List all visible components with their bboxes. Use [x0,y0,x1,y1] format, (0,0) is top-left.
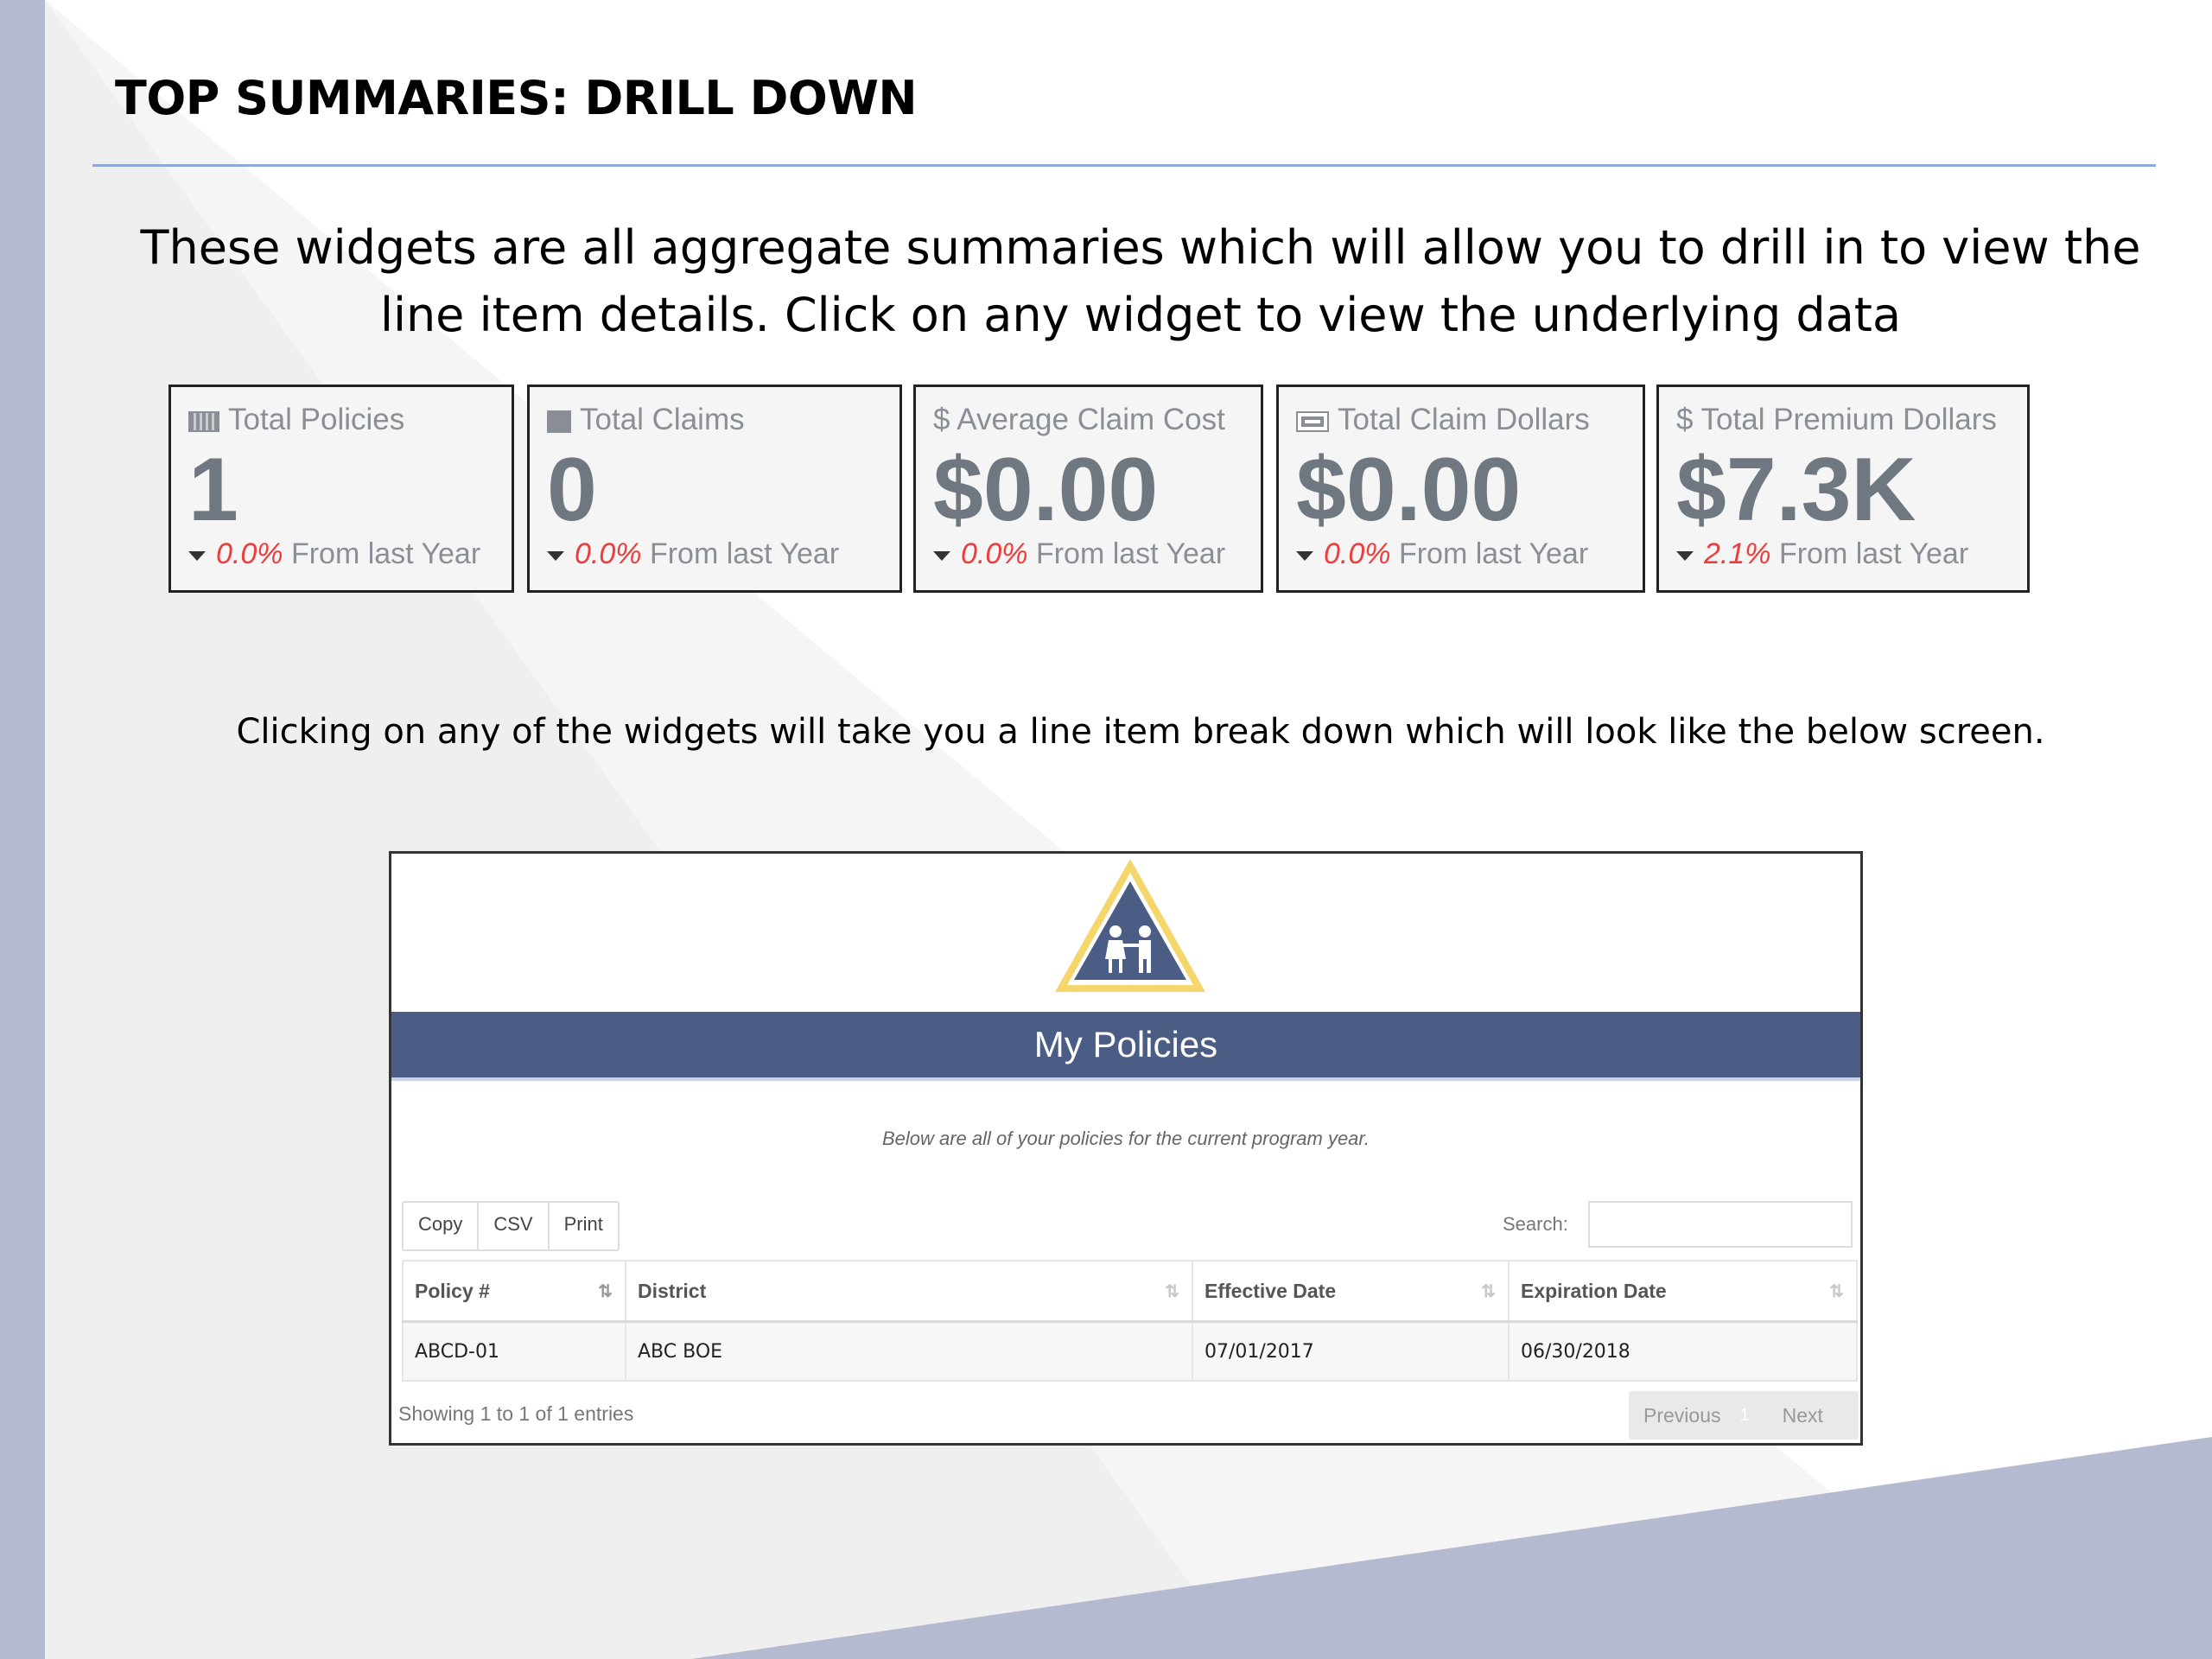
widget-label: $ Total Premium Dollars [1676,403,1997,436]
cell-expiration-date: 06/30/2018 [1508,1320,1858,1382]
widget-change-text: From last Year [1035,537,1226,570]
widget-value: 0 [547,440,597,540]
caption-text: Clicking on any of the widgets will take… [236,712,2045,752]
slide-title: TOP SUMMARIES: DRILL DOWN [115,71,918,125]
sort-asc-icon: ⇅ [598,1282,613,1301]
widget-total-premium-dollars[interactable]: $ Total Premium Dollars $7.3K 2.1% From … [1656,385,2030,593]
caret-down-icon [933,550,950,561]
policies-screenshot: My Policies Below are all of your polici… [389,851,1863,1446]
children-triangle-logo-icon [1055,859,1205,992]
caret-down-icon [1296,550,1313,561]
widget-change-text: From last Year [649,537,840,570]
widget-total-claim-dollars[interactable]: Total Claim Dollars $0.00 0.0% From last… [1276,385,1645,593]
search-input[interactable] [1588,1201,1853,1248]
caret-down-icon [188,550,206,561]
column-header-expiration-date[interactable]: Expiration Date ⇅ [1508,1260,1858,1323]
widget-average-claim-cost[interactable]: $ Average Claim Cost $0.00 0.0% From las… [913,385,1263,593]
column-header-policy[interactable]: Policy # ⇅ [402,1260,626,1323]
widget-total-policies[interactable]: Total Policies 1 0.0% From last Year [168,385,514,593]
column-header-district[interactable]: District ⇅ [625,1260,1193,1323]
sort-icon: ⇅ [1481,1282,1496,1301]
caret-down-icon [547,550,564,561]
widget-change-text: From last Year [1778,537,1969,570]
copy-button[interactable]: Copy [404,1203,480,1249]
caret-down-icon [1676,550,1694,561]
widget-label: Total Claims [580,403,745,436]
money-icon [1296,410,1329,432]
widget-label: Total Claim Dollars [1338,403,1590,436]
sort-icon: ⇅ [1829,1282,1844,1301]
next-button[interactable]: Next [1783,1404,1823,1427]
folder-icon [547,410,571,433]
widget-change: 0.0% [216,537,283,570]
widget-change-text: From last Year [290,537,481,570]
csv-button[interactable]: CSV [479,1203,550,1249]
widget-label: $ Average Claim Cost [933,403,1225,436]
cell-policy: ABCD-01 [402,1320,626,1382]
page-number-button[interactable]: 1 [1739,1406,1749,1426]
widget-total-claims[interactable]: Total Claims 0 0.0% From last Year [527,385,902,593]
search-label: Search: [1503,1213,1568,1235]
print-button[interactable]: Print [550,1203,618,1249]
table-row: ABCD-01 ABC BOE 07/01/2017 06/30/2018 [402,1320,1858,1382]
export-button-group: Copy CSV Print [402,1201,620,1251]
title-divider [92,164,2156,167]
pagination: Previous 1 Next [1629,1391,1859,1440]
widget-value: $0.00 [933,440,1159,540]
entries-info: Showing 1 to 1 of 1 entries [398,1402,634,1425]
cell-district: ABC BOE [625,1320,1193,1382]
sort-icon: ⇅ [1165,1282,1179,1301]
widget-change: 2.1% [1704,537,1771,570]
intro-text: These widgets are all aggregate summarie… [140,220,2141,342]
policies-banner: My Policies [391,1012,1860,1081]
widget-label: Total Policies [228,403,405,436]
widget-value: $0.00 [1296,440,1522,540]
policies-table: Policy # ⇅ District ⇅ Effective Date ⇅ Expi… [402,1260,1858,1382]
widget-value: $7.3K [1676,440,1916,540]
widget-change: 0.0% [961,537,1028,570]
widget-value: 1 [188,440,238,540]
widget-change: 0.0% [1324,537,1391,570]
column-header-effective-date[interactable]: Effective Date ⇅ [1192,1260,1510,1323]
policies-title: My Policies [1033,1024,1218,1065]
cell-effective-date: 07/01/2017 [1192,1320,1510,1382]
previous-button[interactable]: Previous [1643,1404,1720,1427]
policies-subtitle: Below are all of your policies for the c… [881,1128,1370,1149]
widget-change-text: From last Year [1398,537,1589,570]
widget-change: 0.0% [575,537,642,570]
table-icon [188,410,219,432]
